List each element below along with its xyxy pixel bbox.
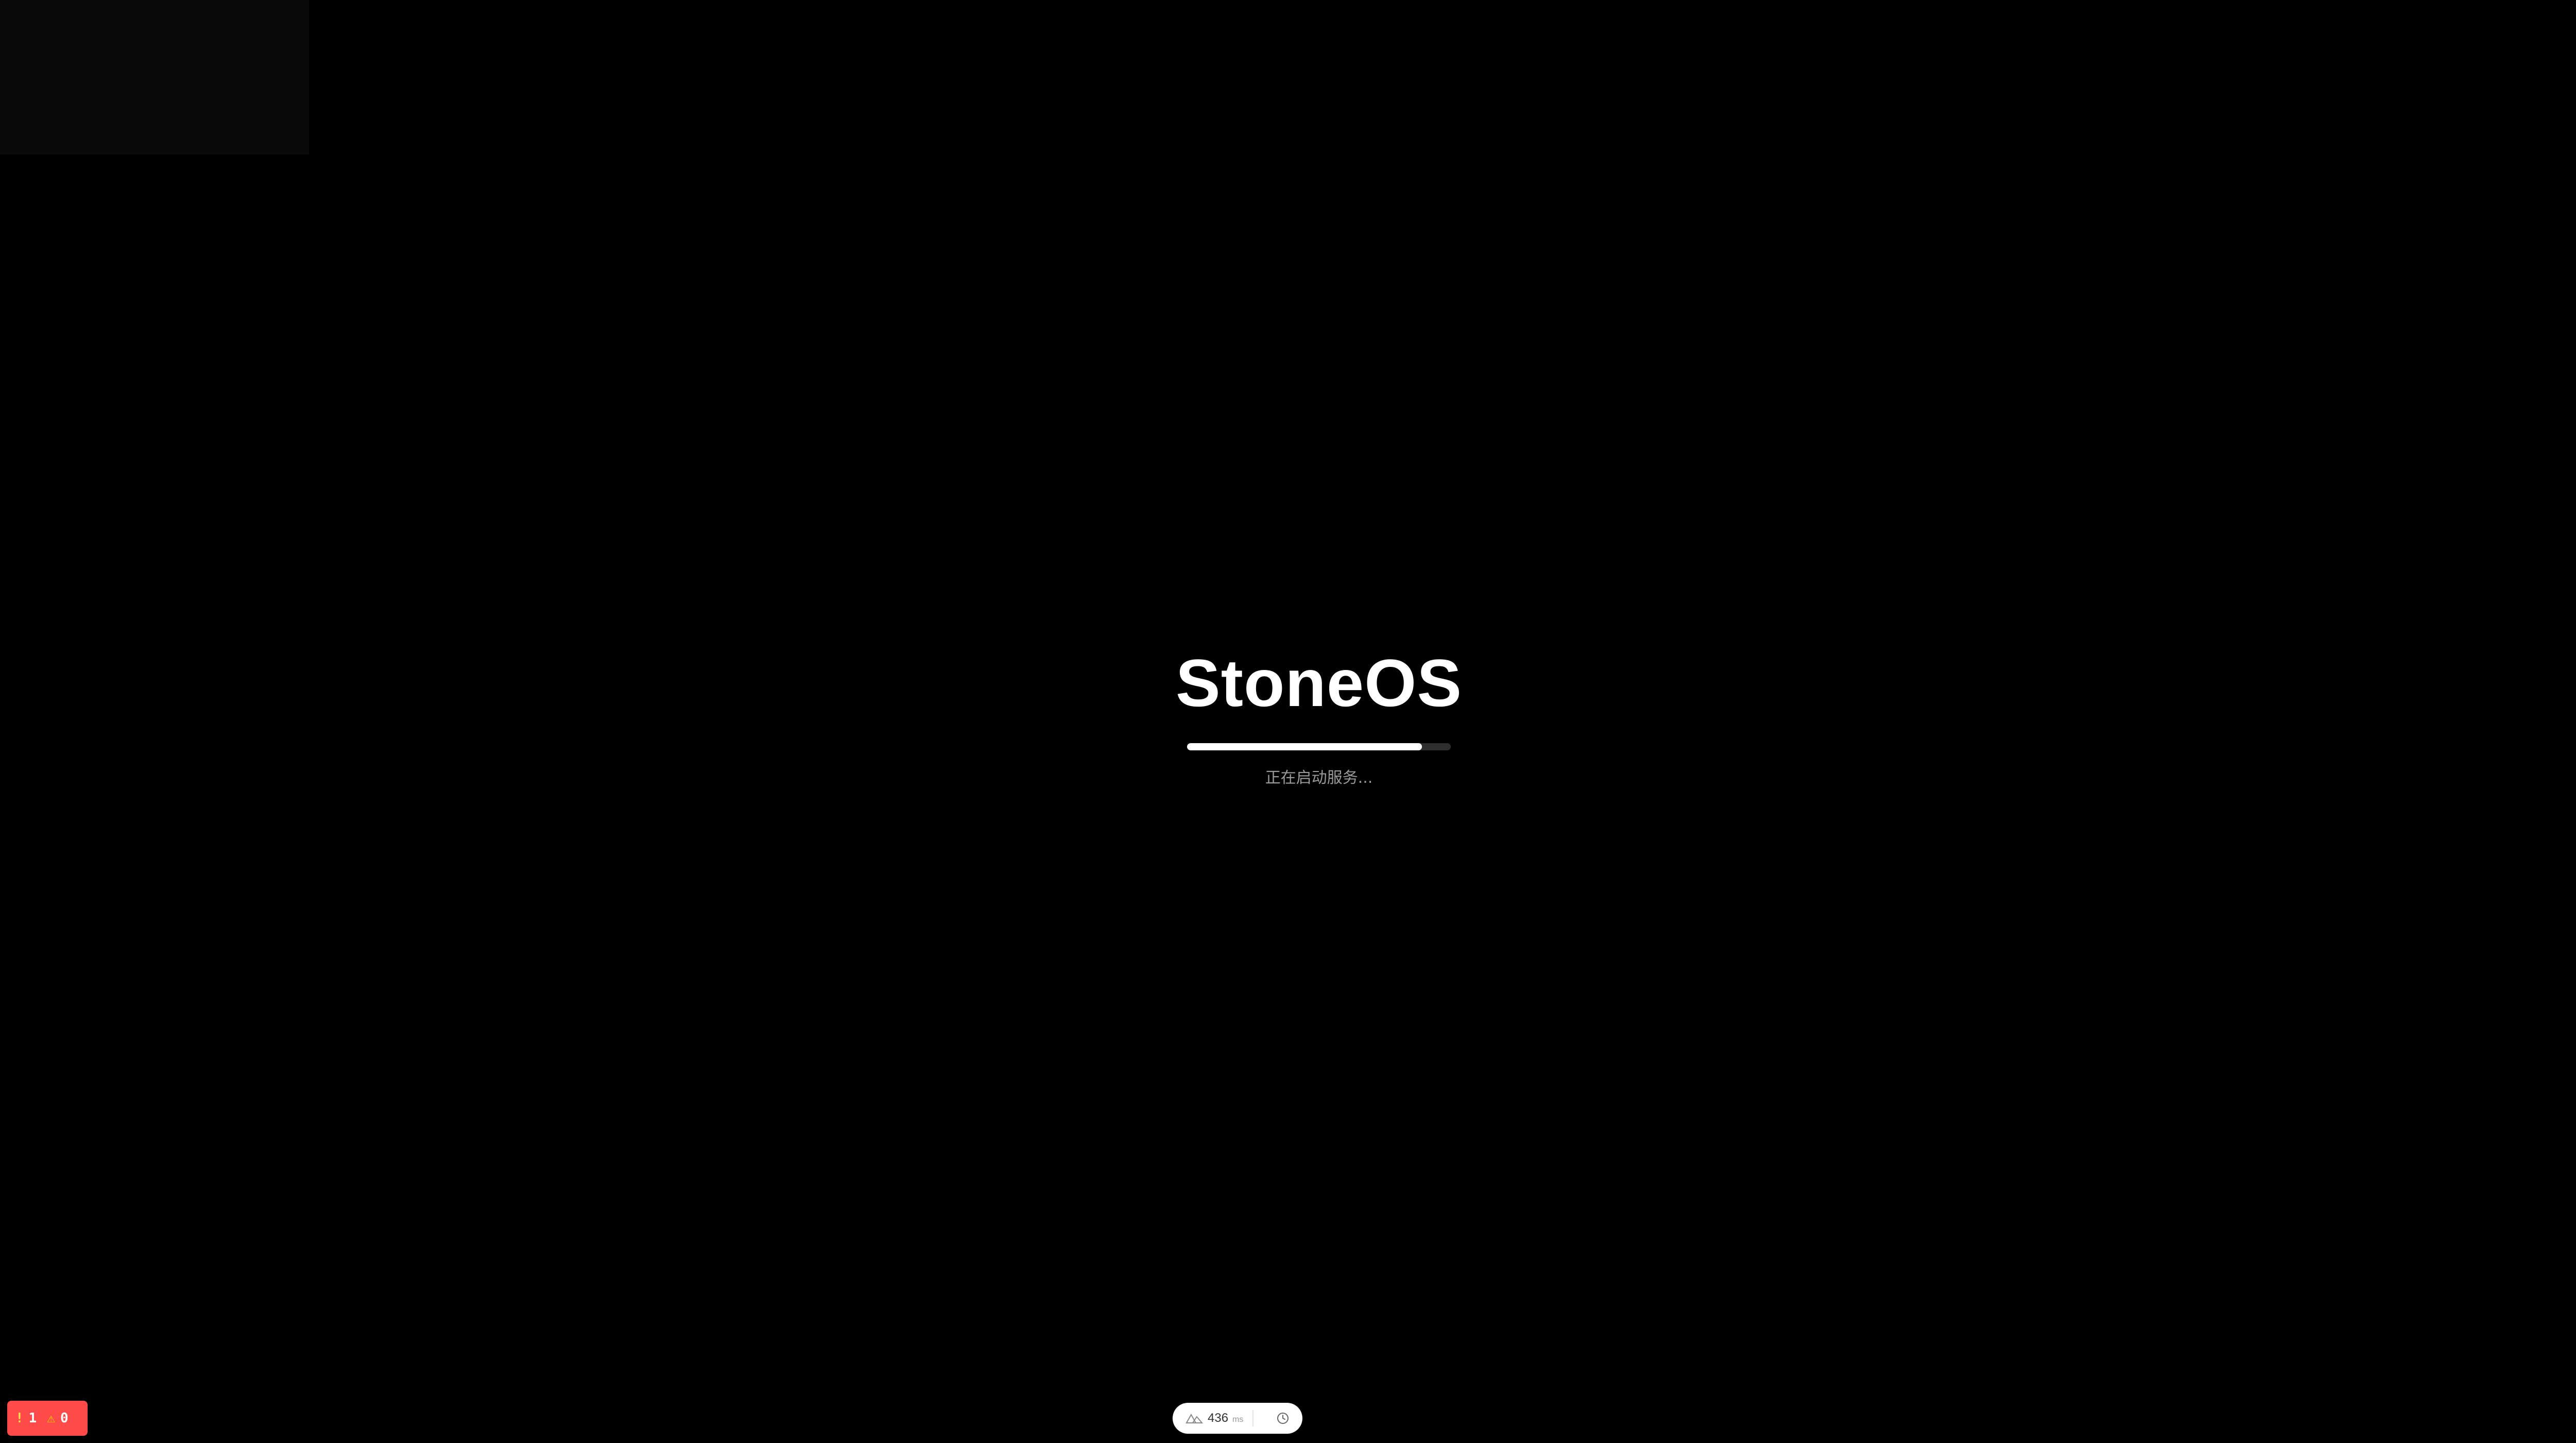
route-icon[interactable] [1185,1411,1204,1425]
pill-divider [1252,1410,1254,1427]
error-count: 1 [28,1411,37,1426]
boot-screen: StoneOS 正在启动服务... 436 ms ! 1 ⚠ 0 [0,0,2576,1443]
clock-icon[interactable] [1276,1411,1290,1425]
warning-icon: ⚠ [47,1411,55,1426]
dev-build-indicator[interactable]: 436 ms [1173,1403,1302,1434]
boot-progress-fill [1187,743,1422,750]
boot-status-text: 正在启动服务... [1265,769,1373,787]
render-timing: 436 ms [1208,1411,1243,1425]
warning-count: 0 [60,1411,69,1426]
exclamation-icon: ! [15,1411,24,1426]
corner-overlay [0,0,309,155]
brand-title: StoneOS [1176,645,1462,720]
timing-value: 436 [1208,1411,1229,1425]
issues-badge[interactable]: ! 1 ⚠ 0 [7,1401,88,1436]
boot-progress-bar [1187,743,1451,750]
timing-unit: ms [1232,1415,1244,1424]
splash-container: StoneOS 正在启动服务... [1176,644,1462,788]
